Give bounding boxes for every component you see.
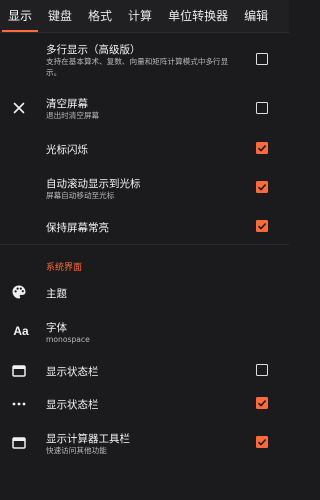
setting-theme[interactable]: 主题 (0, 280, 289, 306)
setting-title: 保持屏幕常亮 (46, 222, 109, 234)
tab-unit-converter[interactable]: 单位转换器 (160, 0, 236, 32)
setting-title: 光标闪烁 (46, 144, 88, 156)
palette-icon (10, 283, 28, 301)
setting-description: monospace (46, 335, 90, 344)
clear-screen-checkbox[interactable] (256, 102, 268, 114)
setting-clear-screen[interactable]: 清空屏幕 退出时清空屏幕 (0, 88, 289, 128)
setting-title: 自动滚动显示到光标 (46, 178, 141, 190)
setting-calculator-toolbar[interactable]: 显示计算器工具栏 快速访问其他功能 (0, 428, 289, 460)
tab-edit[interactable]: 编辑 (236, 0, 276, 32)
status-bar-checkbox[interactable] (256, 364, 268, 376)
tab-bar: 显示 键盘 格式 计算 单位转换器 编辑 (0, 0, 289, 33)
setting-font[interactable]: Aa 字体 monospace (0, 316, 289, 350)
tab-display[interactable]: 显示 (0, 0, 40, 32)
setting-title: 清空屏幕 (46, 98, 88, 110)
setting-title: 显示状态栏 (46, 399, 99, 411)
calculator-toolbar-checkbox[interactable] (256, 436, 268, 448)
setting-description: 退出时清空屏幕 (46, 111, 100, 120)
setting-keep-screen-on[interactable]: 保持屏幕常亮 (0, 214, 289, 240)
setting-title: 显示状态栏 (46, 366, 99, 378)
setting-description: 屏幕自动移动至光标 (46, 191, 115, 200)
setting-title: 主题 (46, 288, 67, 300)
tab-format[interactable]: 格式 (80, 0, 120, 32)
cursor-blink-checkbox[interactable] (256, 142, 268, 154)
section-title: 系统界面 (46, 263, 83, 273)
setting-auto-scroll[interactable]: 自动滚动显示到光标 屏幕自动移动至光标 (0, 170, 289, 204)
keep-screen-on-checkbox[interactable] (256, 220, 268, 232)
section-divider (0, 244, 289, 245)
setting-description: 支持在基本算术、复数、向量和矩阵计算模式中多行显示。 (46, 57, 229, 77)
setting-title: 显示计算器工具栏 (46, 433, 130, 445)
status-bar-2-checkbox[interactable] (256, 397, 268, 409)
setting-cursor-blink[interactable]: 光标闪烁 (0, 136, 289, 162)
setting-status-bar[interactable]: 显示状态栏 (0, 360, 289, 382)
setting-status-bar-2[interactable]: 显示状态栏 (0, 393, 289, 415)
tab-keyboard[interactable]: 键盘 (40, 0, 80, 32)
tab-calculation[interactable]: 计算 (120, 0, 160, 32)
setting-title: 多行显示（高级版） (46, 44, 141, 56)
window-icon (10, 362, 28, 380)
auto-scroll-checkbox[interactable] (256, 181, 268, 193)
window-icon (10, 434, 28, 452)
multiline-checkbox[interactable] (256, 53, 268, 65)
setting-title: 字体 (46, 322, 67, 334)
font-icon: Aa (13, 324, 29, 338)
setting-description: 快速访问其他功能 (46, 446, 107, 455)
more-horizontal-icon (10, 395, 28, 413)
close-icon (10, 99, 28, 117)
setting-multiline[interactable]: 多行显示（高级版） 支持在基本算术、复数、向量和矩阵计算模式中多行显示。 (0, 32, 289, 84)
